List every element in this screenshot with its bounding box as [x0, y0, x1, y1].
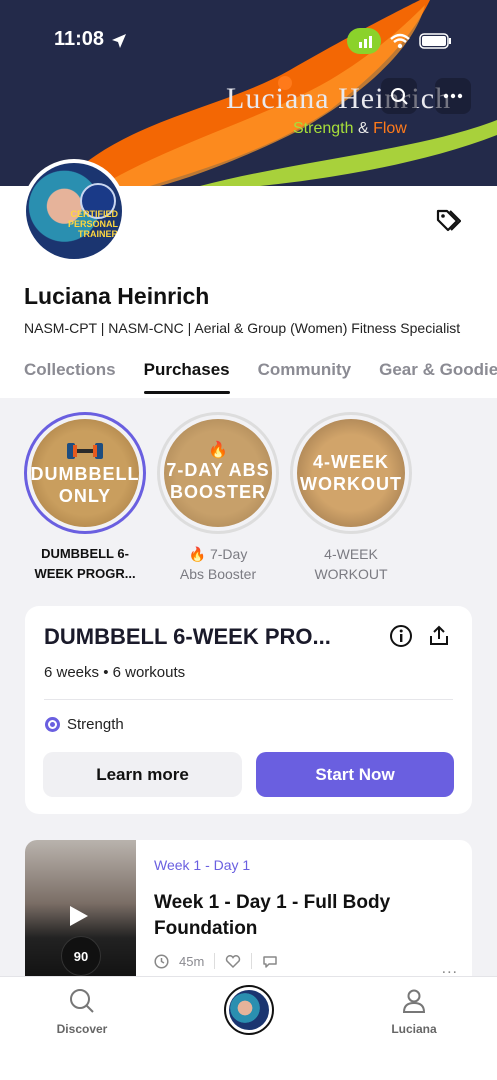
workout-meta: 45m [154, 953, 278, 969]
wifi-icon [390, 33, 410, 49]
info-button[interactable] [387, 622, 415, 650]
banner-tagline: Strength & Flow [293, 120, 407, 138]
tagline-amp: & [357, 120, 369, 137]
profile-avatar[interactable]: CERTIFIED PERSONAL TRAINER [22, 159, 126, 263]
collection-abs-booster[interactable]: 🔥 7-DAY ABS BOOSTER 🔥 7-Day Abs Booster [157, 412, 279, 584]
purchases-carousel: DUMBBELL ONLY DUMBBELL 6- WEEK PROGR... … [0, 412, 497, 592]
tab-gear-goodies[interactable]: Gear & Goodies [379, 360, 497, 394]
banner-brand-name: Luciana Heinrich [226, 82, 452, 115]
workout-card[interactable]: 90 Week 1 - Day 1 Week 1 - Day 1 - Full … [25, 840, 472, 980]
program-title: DUMBBELL 6-WEEK PRO... [44, 624, 331, 649]
nav-profile-avatar[interactable] [224, 985, 274, 1035]
collection-label: DUMBBELL 6- WEEK PROGR... [34, 546, 136, 581]
card-divider [44, 699, 453, 700]
collection-4-week[interactable]: 4-WEEK WORKOUT 4-WEEK WORKOUT [290, 412, 412, 584]
collection-thumbnail: 🔥 7-DAY ABS BOOSTER [157, 412, 279, 534]
tagline-strength: Strength [293, 120, 354, 137]
profile-name: Luciana Heinrich [24, 283, 210, 309]
program-meta: 6 weeks • 6 workouts [44, 664, 186, 681]
collection-thumbnail: 4-WEEK WORKOUT [290, 412, 412, 534]
profile-tabs: Collections Purchases Community Gear & G… [24, 360, 497, 394]
status-time: 11:08 [54, 28, 105, 50]
tab-purchases[interactable]: Purchases [143, 360, 230, 394]
nav-discover-label: Discover [56, 1022, 108, 1036]
play-icon [70, 906, 88, 926]
info-icon [390, 625, 412, 647]
search-icon [391, 88, 408, 105]
ellipsis-icon [443, 93, 463, 99]
person-icon [402, 989, 426, 1013]
collection-thumbnail: DUMBBELL ONLY [24, 412, 146, 534]
location-arrow-icon [112, 34, 126, 48]
start-now-button[interactable]: Start Now [256, 752, 454, 797]
share-icon [430, 625, 448, 645]
cellular-signal-icon [347, 28, 381, 54]
workout-day-label: Week 1 - Day 1 [154, 857, 251, 873]
search-icon [70, 989, 94, 1013]
workout-title: Week 1 - Day 1 - Full Body Foundation [154, 892, 391, 939]
more-options-button[interactable] [435, 78, 471, 114]
program-tag-label: Strength [67, 716, 124, 733]
profile-bio: NASM-CPT | NASM-CNC | Aerial & Group (Wo… [24, 320, 461, 336]
program-card: DUMBBELL 6-WEEK PRO... 6 weeks • 6 worko… [25, 606, 472, 814]
clock-icon [154, 953, 169, 969]
workout-thumbnail[interactable]: 90 [25, 840, 136, 980]
fire-icon: 🔥 [208, 442, 228, 459]
workout-duration: 45m [179, 953, 205, 969]
strength-target-icon [45, 717, 60, 732]
tagline-flow: Flow [373, 120, 407, 137]
search-button[interactable] [381, 78, 417, 114]
comment-icon[interactable] [262, 954, 278, 969]
dumbbell-icon [67, 443, 103, 459]
profile-section: CERTIFIED PERSONAL TRAINER Luciana Heinr… [0, 159, 497, 398]
program-tag: Strength [44, 716, 124, 733]
nav-discover[interactable]: Discover [42, 987, 122, 1036]
heart-rate-badge: 90 [61, 936, 101, 976]
nav-luciana[interactable]: Luciana [374, 987, 454, 1036]
collection-dumbbell[interactable]: DUMBBELL ONLY DUMBBELL 6- WEEK PROGR... [24, 412, 146, 584]
heart-icon[interactable] [225, 954, 241, 969]
avatar [229, 990, 269, 1030]
battery-icon [419, 33, 451, 49]
bottom-nav: Discover Luciana [0, 976, 497, 1080]
tag-icon[interactable] [435, 208, 461, 234]
status-icons [347, 28, 453, 54]
avatar-caption: CERTIFIED PERSONAL TRAINER [67, 209, 118, 239]
learn-more-button[interactable]: Learn more [43, 752, 242, 797]
collection-label: 🔥 7-Day Abs Booster [179, 546, 257, 582]
collection-label: 4-WEEK WORKOUT [314, 546, 388, 582]
tab-community[interactable]: Community [258, 360, 352, 394]
tab-collections[interactable]: Collections [24, 360, 116, 394]
share-button[interactable] [425, 622, 453, 650]
nav-luciana-label: Luciana [391, 1022, 437, 1036]
